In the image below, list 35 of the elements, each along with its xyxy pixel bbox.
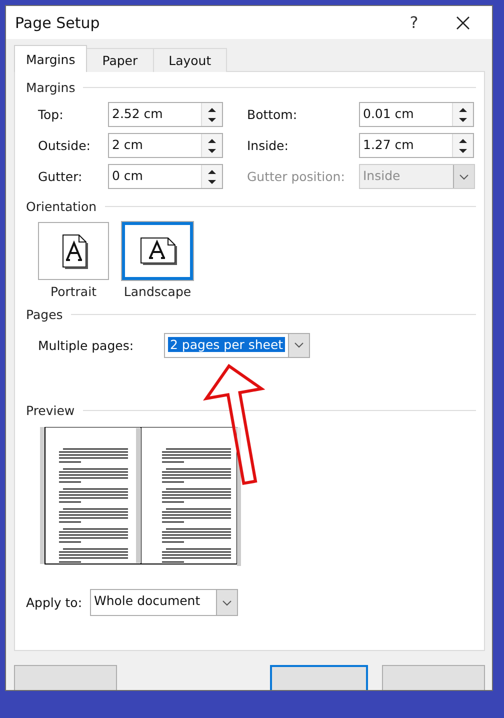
close-icon [456,16,470,30]
chevron-icon [221,598,233,606]
orientation-label: Portrait [50,284,96,299]
field-label: Inside: [247,138,290,153]
tab[interactable]: Margins [14,45,88,72]
chevron-icon [458,172,470,180]
orientation-button[interactable] [122,222,193,280]
spin-field[interactable]: 1.27 cm [359,133,474,158]
spin-field[interactable]: 2 cm [108,133,223,158]
chevron-icon [293,341,306,349]
orientation-label: Landscape [124,284,192,299]
field-label: Gutter position: [247,169,346,184]
tab[interactable]: Layout [152,48,228,72]
section-heading: Pages [26,306,63,322]
orientation-button[interactable] [38,222,109,280]
dropdown[interactable]: Whole document [90,589,238,616]
tab[interactable]: Paper [86,48,154,72]
portrait-page-icon [60,233,88,269]
field-label: Top: [38,107,64,122]
spin-field[interactable]: 0.01 cm [359,102,474,127]
field-label: Bottom: [247,107,298,122]
button[interactable] [270,665,368,690]
field-label: Apply to: [26,595,84,610]
section-heading: Orientation [26,198,97,214]
landscape-page-icon [138,236,176,266]
help-button[interactable]: ? [394,8,434,38]
field-label: Multiple pages: [38,338,135,352]
window-title: Page Setup [15,14,101,32]
section-heading: Preview [26,402,75,418]
field-label: Outside: [38,138,92,153]
spin-field[interactable]: 2.52 cm [108,102,223,127]
section-heading: Margins [26,80,76,94]
dropdown[interactable]: 2 pages per sheet [164,332,310,358]
field-label: Gutter: [38,169,84,184]
spin-field[interactable]: 0 cm [108,164,223,189]
